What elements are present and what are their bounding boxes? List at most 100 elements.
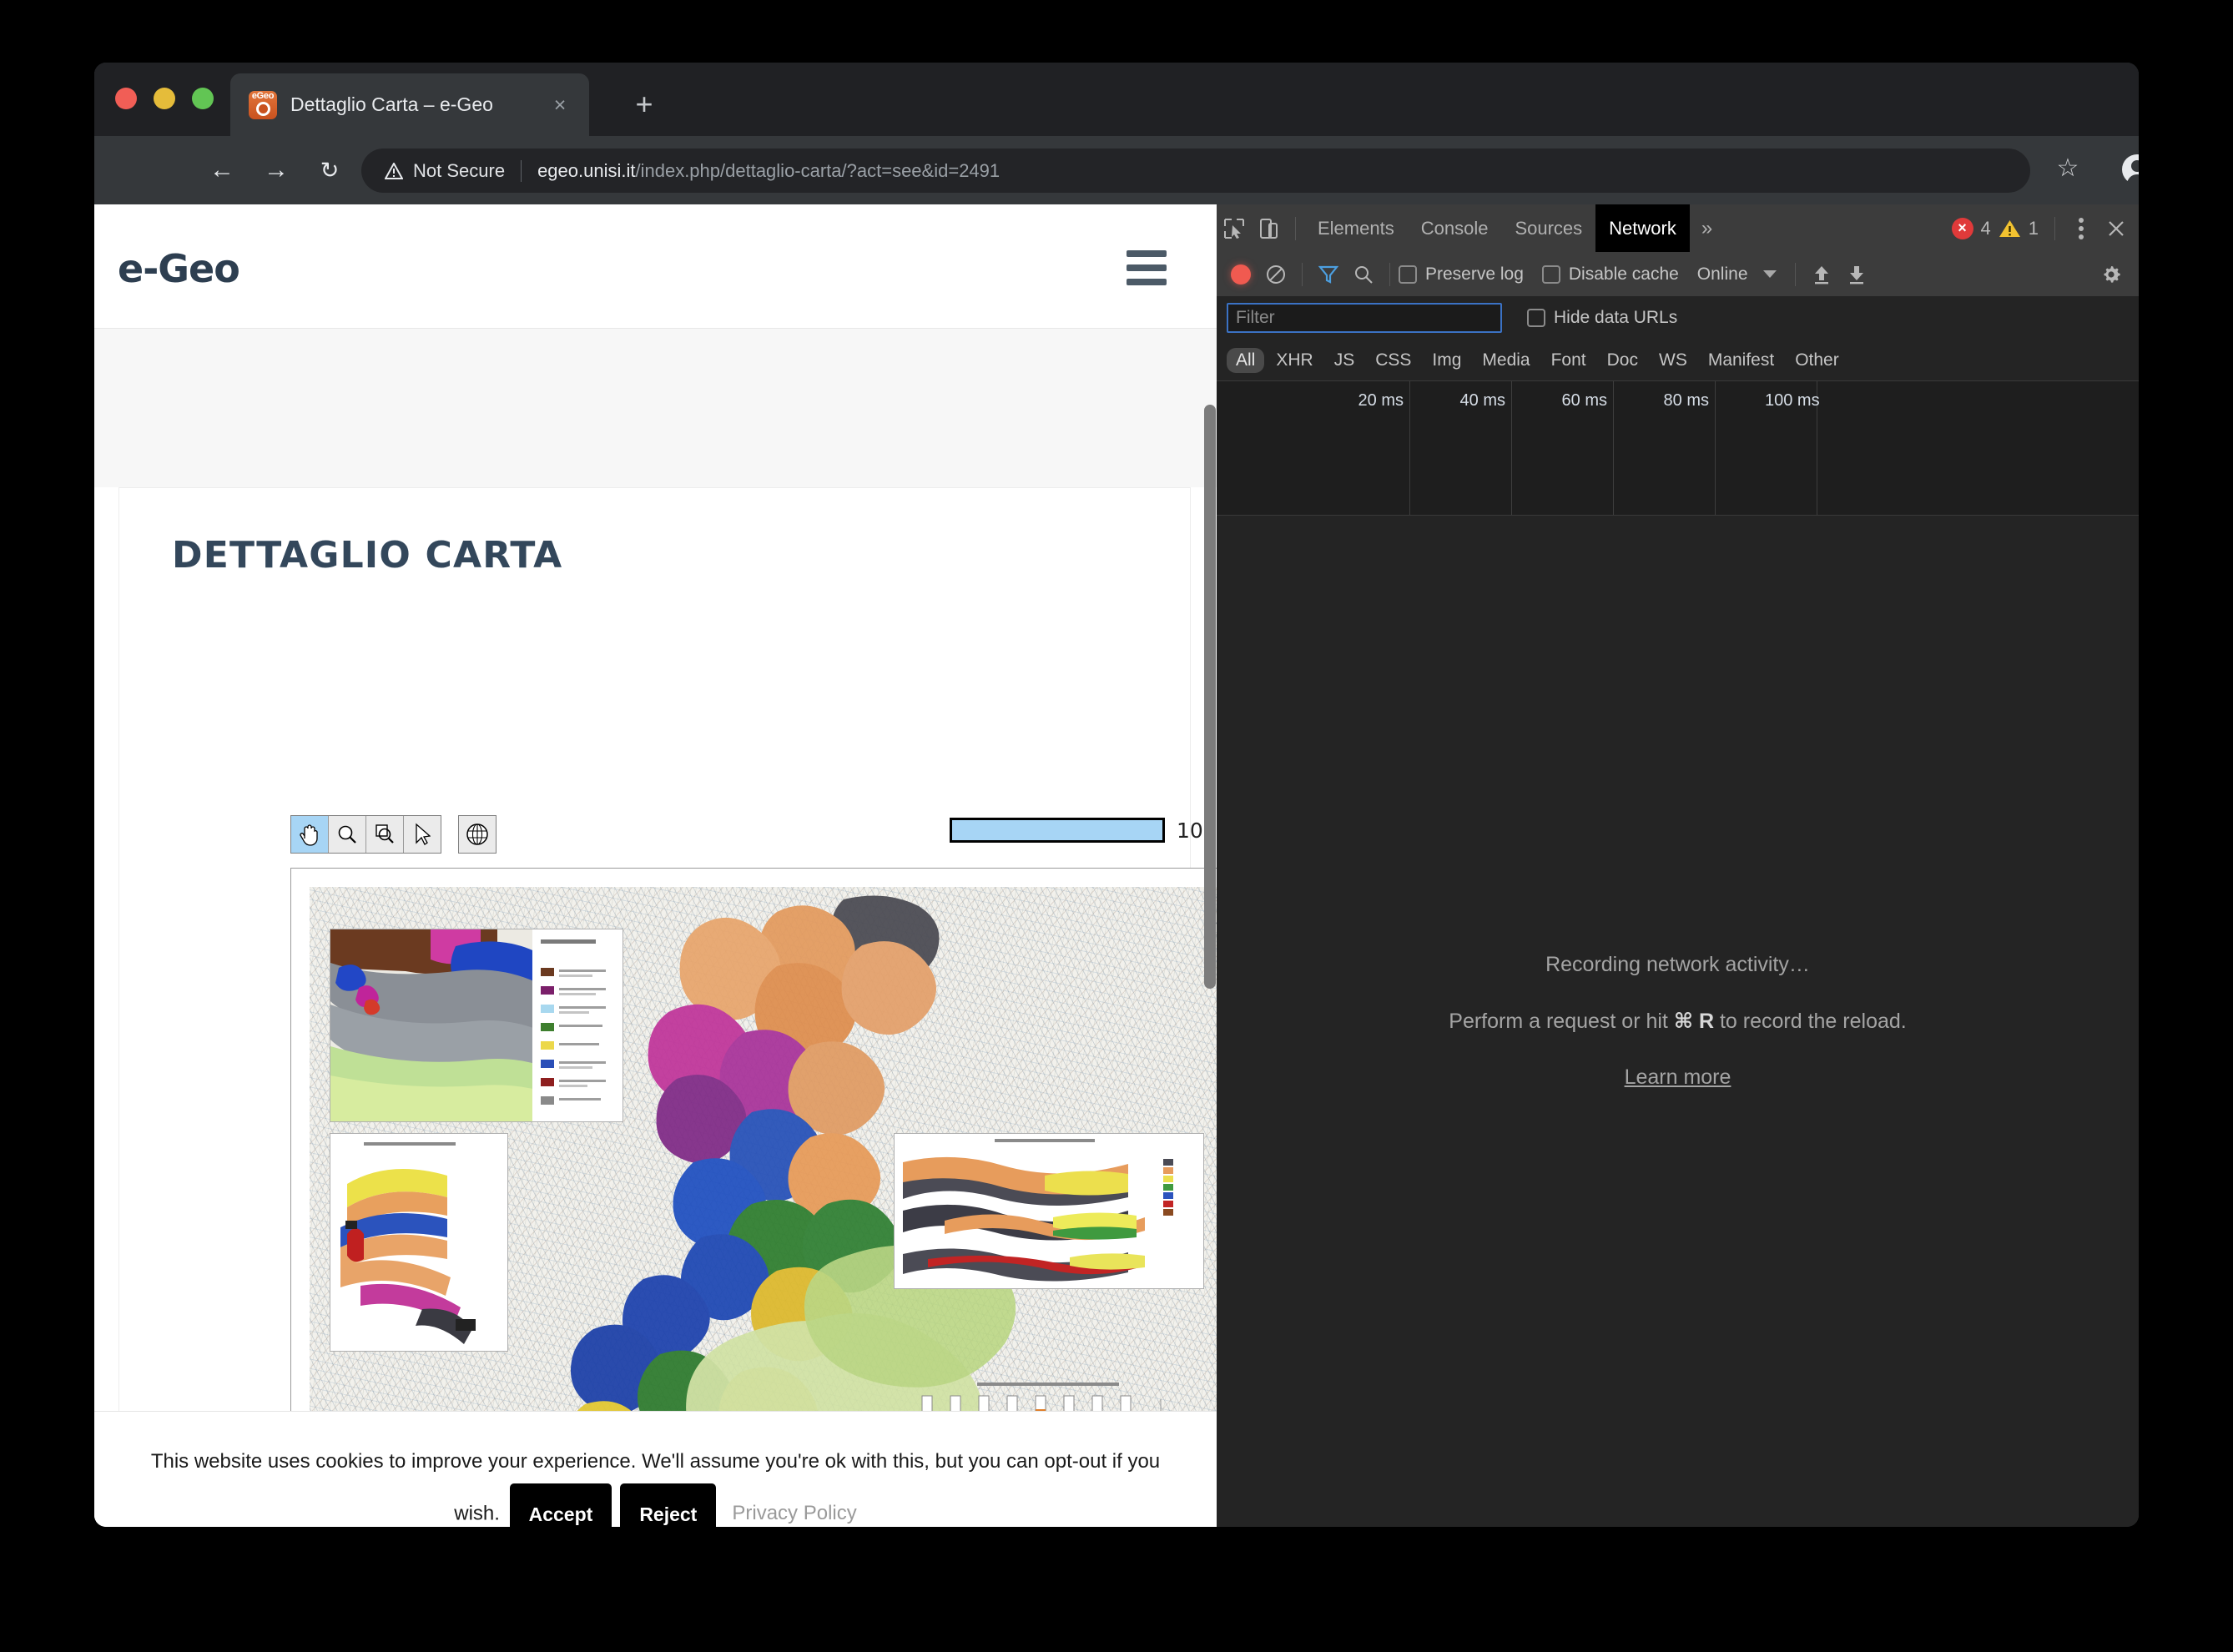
zoom-box-tool-icon[interactable] [366, 816, 404, 853]
type-filter-media[interactable]: Media [1473, 348, 1539, 373]
devtools-divider [1295, 216, 1296, 240]
timeline-gridline [1715, 381, 1716, 515]
more-tabs-icon[interactable]: » [1690, 217, 1724, 240]
filter-funnel-icon[interactable] [1311, 257, 1346, 292]
site-logo[interactable]: e-Geo [118, 246, 240, 291]
close-window-button[interactable] [115, 88, 137, 109]
chevron-down-icon [1762, 270, 1777, 278]
type-filter-css[interactable]: CSS [1366, 348, 1420, 373]
type-filter-manifest[interactable]: Manifest [1699, 348, 1783, 373]
site-header: e-Geo [94, 204, 1217, 329]
url-host: egeo.unisi.it [537, 159, 636, 181]
hide-data-urls-checkbox[interactable] [1527, 309, 1545, 327]
throttling-select[interactable]: Online [1697, 264, 1777, 285]
tab-sources[interactable]: Sources [1501, 204, 1595, 252]
preserve-log-checkbox[interactable] [1399, 264, 1417, 284]
profile-avatar-icon[interactable] [2122, 154, 2139, 188]
tab-console[interactable]: Console [1408, 204, 1502, 252]
type-filter-all[interactable]: All [1227, 347, 1265, 373]
type-filter-other[interactable]: Other [1786, 348, 1848, 373]
not-secure-warning-icon [385, 162, 403, 179]
type-filter-doc[interactable]: Doc [1598, 348, 1647, 373]
filter-input[interactable]: Filter [1227, 303, 1502, 333]
issues-summary[interactable]: × 4 1 [1951, 211, 2140, 246]
timeline-tick-label: 60 ms [1561, 391, 1607, 410]
map-tool-group [290, 815, 441, 854]
page-viewport: e-Geo DETTAGLIO CARTA 10 This website us… [94, 204, 1217, 1527]
maximize-window-button[interactable] [192, 88, 214, 109]
pan-hand-tool-icon[interactable] [291, 816, 329, 853]
zoom-in-tool-icon[interactable] [329, 816, 366, 853]
minimize-window-button[interactable] [154, 88, 175, 109]
hide-data-urls-label: Hide data URLs [1554, 308, 1678, 327]
cookie-consent-banner: This website uses cookies to improve you… [94, 1412, 1217, 1527]
select-arrow-tool-icon[interactable] [404, 816, 441, 853]
error-icon: × [1951, 217, 1973, 239]
search-icon[interactable] [1346, 257, 1381, 292]
favicon-label: eGeo [251, 90, 275, 101]
export-har-icon[interactable] [1839, 257, 1874, 292]
close-tab-icon[interactable]: × [549, 94, 571, 116]
url-text: egeo.unisi.it/index.php/dettaglio-carta/… [537, 160, 1000, 182]
close-devtools-icon[interactable] [2099, 211, 2134, 246]
devtools-menu-icon[interactable] [2076, 214, 2086, 243]
cookie-accept-button[interactable]: Accept [509, 1483, 612, 1527]
hero-band [94, 329, 1217, 487]
tab-network[interactable]: Network [1595, 204, 1690, 252]
toolbar-divider-2 [1389, 262, 1390, 286]
timeline-tick-label: 100 ms [1765, 391, 1820, 410]
map-load-progress: 100% [950, 818, 1217, 843]
recording-status-text: Recording network activity… [1545, 952, 1810, 976]
inspect-element-icon[interactable] [1217, 211, 1252, 246]
reload-button[interactable]: ↻ [313, 154, 346, 187]
progress-track [950, 818, 1165, 843]
clear-network-icon[interactable] [1258, 257, 1293, 292]
record-hint-post: to record the reload. [1714, 1009, 1907, 1033]
throttling-value: Online [1696, 264, 1748, 284]
window-controls[interactable] [115, 88, 214, 109]
toolbar-divider-1 [1302, 262, 1303, 286]
timeline-gridline [1511, 381, 1512, 515]
map-reset-group [458, 815, 497, 854]
menu-hamburger-icon[interactable] [1127, 250, 1167, 293]
keyboard-shortcut: ⌘ R [1673, 1009, 1715, 1033]
globe-reset-tool-icon[interactable] [459, 816, 496, 853]
warning-count: 1 [2028, 217, 2039, 239]
devtools-settings-gear-icon[interactable] [2094, 257, 2129, 292]
back-button[interactable]: ← [205, 154, 239, 187]
disable-cache-checkbox[interactable] [1541, 264, 1560, 284]
network-timeline-overview[interactable]: 20 ms 40 ms 60 ms 80 ms 100 ms [1217, 381, 2139, 516]
disable-cache-option[interactable]: Disable cache [1541, 264, 1679, 285]
hide-data-urls-option[interactable]: Hide data URLs [1527, 308, 1677, 328]
page-scrollbar[interactable] [1204, 405, 1216, 989]
record-button-icon[interactable] [1223, 257, 1258, 292]
preserve-log-label: Preserve log [1425, 264, 1524, 284]
privacy-policy-link[interactable]: Privacy Policy [732, 1502, 856, 1524]
new-tab-button[interactable]: + [628, 89, 660, 121]
timeline-gridline [1613, 381, 1614, 515]
toolbar-divider-3 [1794, 262, 1796, 286]
learn-more-link[interactable]: Learn more [1625, 1065, 1731, 1090]
bookmark-star-icon[interactable]: ☆ [2054, 154, 2082, 183]
network-empty-state: Recording network activity… Perform a re… [1217, 515, 2139, 1527]
browser-tab[interactable]: eGeo Dettaglio Carta – e-Geo × [230, 73, 589, 136]
preserve-log-option[interactable]: Preserve log [1399, 264, 1524, 285]
device-toolbar-icon[interactable] [1252, 211, 1287, 246]
type-filter-xhr[interactable]: XHR [1267, 348, 1322, 373]
page-title: DETTAGLIO CARTA [172, 534, 563, 577]
address-bar[interactable]: Not Secure egeo.unisi.it/index.php/detta… [361, 149, 2030, 193]
forward-button[interactable]: → [260, 154, 293, 187]
type-filter-img[interactable]: Img [1423, 348, 1470, 373]
cookie-reject-button[interactable]: Reject [620, 1483, 717, 1527]
tab-strip: eGeo Dettaglio Carta – e-Geo × + [94, 63, 2139, 136]
timeline-tick-label: 40 ms [1459, 391, 1505, 410]
type-filter-ws[interactable]: WS [1650, 348, 1696, 373]
devtools-divider-2 [2054, 216, 2055, 240]
cookie-text-block: This website uses cookies to improve you… [94, 1412, 1217, 1527]
timeline-tick-label: 80 ms [1663, 391, 1709, 410]
import-har-icon[interactable] [1804, 257, 1839, 292]
omnibox-divider [521, 159, 522, 182]
type-filter-font[interactable]: Font [1542, 348, 1595, 373]
type-filter-js[interactable]: JS [1325, 348, 1364, 373]
tab-elements[interactable]: Elements [1304, 204, 1408, 252]
